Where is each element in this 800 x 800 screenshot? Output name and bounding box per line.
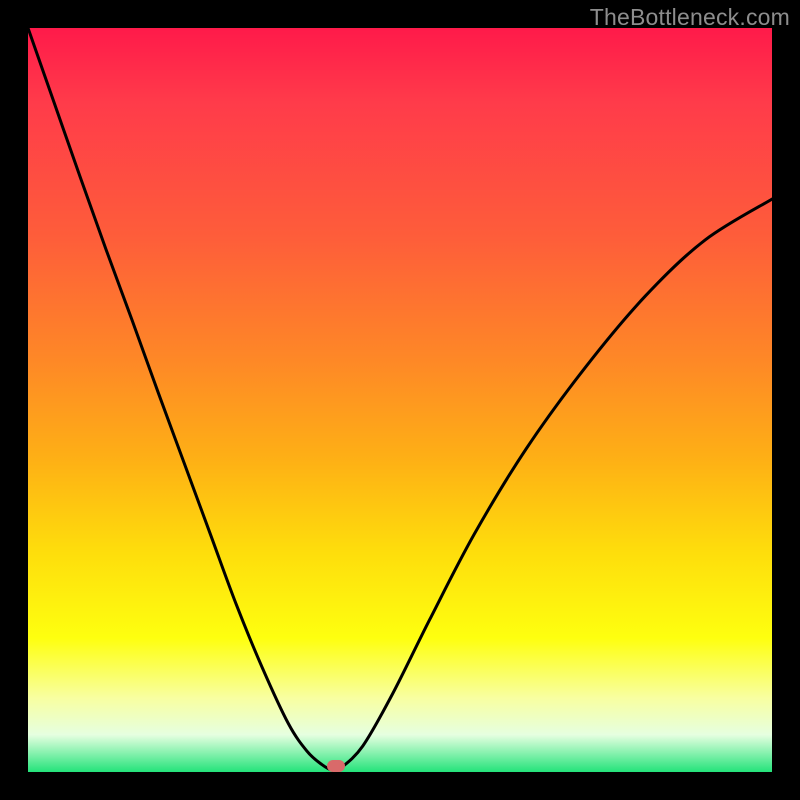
outer-frame: TheBottleneck.com [0, 0, 800, 800]
plot-area [28, 28, 772, 772]
watermark-text: TheBottleneck.com [590, 4, 790, 31]
min-marker [327, 760, 345, 772]
bottleneck-curve [28, 28, 772, 771]
curve-svg [28, 28, 772, 772]
